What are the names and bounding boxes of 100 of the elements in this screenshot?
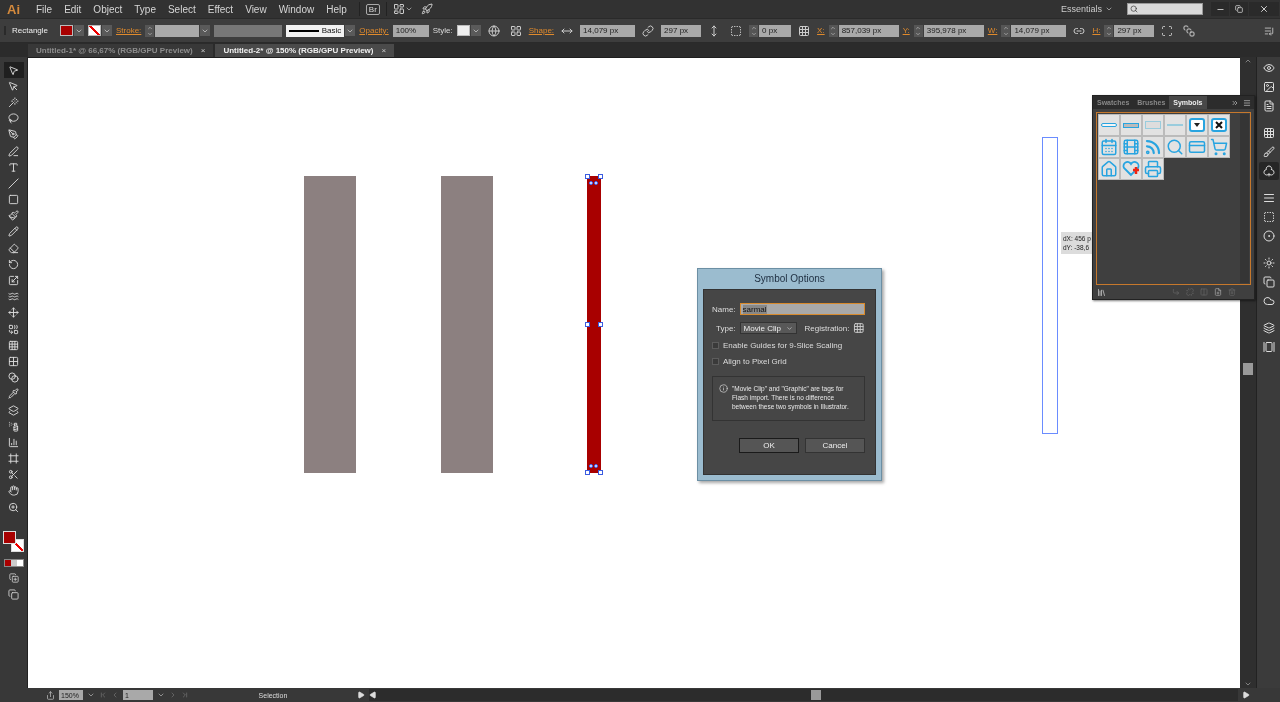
wand-icon[interactable]: [8, 96, 19, 108]
waves-icon[interactable]: [8, 291, 19, 303]
caret-icon[interactable]: [404, 5, 413, 13]
grid-icon[interactable]: [1262, 127, 1275, 139]
brush-dropdown[interactable]: Basic: [286, 24, 345, 37]
tab-title[interactable]: Untitled-1* @ 66,67% (RGB/GPU Preview): [36, 46, 193, 55]
menu-item[interactable]: Window: [272, 3, 321, 15]
name-field[interactable]: sarmal: [739, 303, 865, 315]
profile-dropdown[interactable]: [214, 24, 283, 37]
horizontal-scrollbar[interactable]: [369, 689, 1238, 701]
reference-point-icon[interactable]: [798, 24, 811, 37]
lines-icon[interactable]: [1262, 192, 1275, 204]
checkbox[interactable]: [712, 358, 719, 365]
menu-item[interactable]: Effect: [201, 3, 240, 15]
pointer-icon[interactable]: [8, 80, 19, 92]
fill-swatch[interactable]: [60, 25, 73, 36]
draw-mode-icon[interactable]: [8, 573, 19, 584]
value-field[interactable]: 857,039 px: [838, 24, 899, 37]
menu-item[interactable]: Type: [128, 3, 162, 15]
library-icon[interactable]: [1097, 287, 1106, 297]
symbol-thumbnail[interactable]: [1208, 114, 1230, 136]
globe-icon[interactable]: [487, 24, 500, 37]
pencil-icon[interactable]: [8, 226, 19, 238]
symbol-thumbnail[interactable]: [1164, 136, 1186, 158]
scroll-thumb[interactable]: [1243, 363, 1253, 375]
style-swatch[interactable]: [456, 25, 470, 36]
hand-icon[interactable]: [8, 485, 19, 497]
isolate-icon[interactable]: [1161, 24, 1174, 37]
symbol-thumbnail[interactable]: [1186, 136, 1208, 158]
bar-chart-icon[interactable]: [8, 436, 19, 448]
grid-icon[interactable]: [509, 24, 522, 37]
pen-line-icon[interactable]: [8, 145, 19, 157]
value-field[interactable]: 297 px: [1114, 24, 1155, 37]
lasso-icon[interactable]: [8, 113, 19, 125]
panel-menu-icon[interactable]: [1243, 98, 1251, 107]
scissors-icon[interactable]: [8, 469, 19, 481]
menu-item[interactable]: View: [239, 3, 273, 15]
document-icon[interactable]: [1262, 100, 1275, 112]
export-icon[interactable]: [46, 690, 55, 700]
field-label[interactable]: Shape:: [528, 26, 555, 35]
bridge-button[interactable]: Br: [365, 3, 380, 15]
scroll-thumb[interactable]: [811, 690, 821, 700]
artboards-icon[interactable]: [1262, 341, 1275, 353]
symbol-thumbnail[interactable]: [1164, 114, 1186, 136]
corner-icon[interactable]: [730, 24, 743, 37]
rocket-icon[interactable]: [420, 3, 433, 15]
fill-swatch[interactable]: [2, 531, 16, 545]
menu-item[interactable]: Object: [87, 3, 129, 15]
image-icon[interactable]: [1262, 81, 1275, 93]
restore-icon[interactable]: [1235, 5, 1243, 13]
close-icon[interactable]: [1259, 4, 1269, 14]
blend-icon[interactable]: [8, 372, 19, 384]
value-field[interactable]: 395,978 px: [923, 24, 984, 37]
combine-icon[interactable]: [8, 323, 19, 335]
eye-icon[interactable]: [1262, 62, 1275, 74]
line-icon[interactable]: [8, 177, 19, 189]
pen-icon[interactable]: [8, 129, 19, 141]
guide-rectangle[interactable]: [1042, 137, 1058, 434]
play-icon[interactable]: [357, 691, 365, 699]
collapse-icon[interactable]: [1231, 98, 1239, 107]
left-arrow-icon[interactable]: [369, 691, 377, 699]
scale-icon[interactable]: [8, 275, 19, 287]
close-icon[interactable]: ×: [200, 46, 206, 55]
value-field[interactable]: 14,079 px: [580, 24, 636, 37]
search-field[interactable]: [1127, 3, 1203, 15]
grid-icon[interactable]: [8, 339, 19, 351]
eyedropper-icon[interactable]: [8, 388, 19, 400]
caret-icon[interactable]: [87, 691, 95, 699]
registration-grid-icon[interactable]: [853, 322, 865, 334]
panel-scrollbar[interactable]: [1240, 114, 1249, 283]
cancel-button[interactable]: Cancel: [805, 438, 865, 453]
rectangle-icon[interactable]: [8, 194, 19, 206]
caret-icon[interactable]: [157, 691, 165, 699]
brush-icon[interactable]: [1262, 146, 1275, 158]
symbol-thumbnail[interactable]: [1186, 114, 1208, 136]
field-label[interactable]: Stroke:: [116, 26, 142, 35]
symbol-thumbnail[interactable]: [1098, 158, 1120, 180]
move-icon[interactable]: [8, 307, 19, 319]
rotate-icon[interactable]: [8, 258, 19, 270]
symbol-thumbnail[interactable]: [1098, 136, 1120, 158]
symbol-thumbnail[interactable]: [1120, 136, 1142, 158]
new-icon[interactable]: [1214, 288, 1222, 296]
menu-item[interactable]: Help: [320, 3, 353, 15]
checkbox[interactable]: [712, 342, 719, 349]
symbol-thumbnail[interactable]: [1142, 136, 1164, 158]
caret-icon[interactable]: [1105, 5, 1113, 13]
color-mode-icon[interactable]: [3, 559, 24, 568]
document-tab[interactable]: Untitled-1* @ 66,67% (RGB/GPU Preview) ×: [28, 44, 214, 57]
value-field[interactable]: 100%: [392, 24, 429, 37]
value-field[interactable]: 297 px: [661, 24, 702, 37]
symbol-thumbnail[interactable]: [1142, 158, 1164, 180]
mesh-icon[interactable]: [8, 355, 19, 367]
eraser-icon[interactable]: [8, 242, 19, 254]
field-label[interactable]: Y:: [902, 26, 910, 35]
club-icon[interactable]: [1262, 165, 1275, 177]
frame-icon[interactable]: [8, 453, 19, 465]
screen-mode-icon[interactable]: [8, 589, 19, 601]
cloud-icon[interactable]: [1262, 295, 1275, 307]
copy-icon[interactable]: [1262, 276, 1275, 288]
link-icon[interactable]: [642, 24, 655, 37]
